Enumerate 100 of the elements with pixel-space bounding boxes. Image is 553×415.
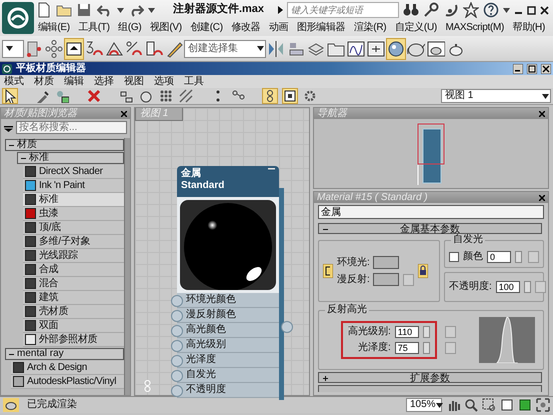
material-item[interactable]: 合成: [23, 263, 124, 277]
material-item[interactable]: 双面: [23, 319, 124, 333]
input-socket[interactable]: [171, 324, 183, 336]
number-field[interactable]: 0: [487, 251, 511, 263]
fit-view-icon[interactable]: [500, 398, 514, 412]
menu-item[interactable]: 材质: [34, 76, 54, 88]
caret-icon[interactable]: [542, 94, 549, 98]
hatch-button[interactable]: [178, 88, 194, 104]
collapse-icon[interactable]: [21, 156, 26, 160]
number-field[interactable]: 110: [394, 326, 419, 338]
input-socket[interactable]: [171, 354, 183, 366]
material-item[interactable]: 多维/子对象: [23, 235, 124, 249]
zoom-dropdown[interactable]: 105%: [406, 398, 442, 412]
search-field[interactable]: 键入关键字或短语: [287, 2, 400, 18]
material-item[interactable]: 虫漆: [23, 207, 124, 221]
cube-icon[interactable]: [518, 398, 532, 412]
node-slot[interactable]: 高光颜色: [177, 323, 279, 338]
zoom-region-icon[interactable]: [482, 398, 496, 412]
menu-item[interactable]: 渲染(R): [354, 22, 386, 34]
material-item[interactable]: 壳材质: [23, 305, 124, 319]
pointer-button[interactable]: [2, 88, 18, 104]
menu-item[interactable]: 帮助(H): [512, 22, 545, 34]
delete-button[interactable]: [86, 88, 102, 104]
caret-icon[interactable]: [6, 46, 13, 51]
node-header[interactable]: 金属 Standard: [177, 166, 279, 197]
menu-item[interactable]: 动画: [268, 22, 288, 34]
app-logo-icon[interactable]: [2, 64, 12, 74]
minimize-icon[interactable]: [513, 64, 523, 74]
material-item[interactable]: 顶/底: [23, 221, 124, 235]
menu-item[interactable]: 创建(C): [190, 22, 223, 34]
material-name-field[interactable]: 金属: [318, 205, 544, 219]
triangle-icon[interactable]: [278, 6, 284, 14]
search-field[interactable]: 按名称搜索...: [16, 121, 127, 134]
menu-item[interactable]: 图形编辑器: [296, 22, 346, 34]
node-slot[interactable]: 自发光: [177, 368, 279, 383]
material-item[interactable]: 标准: [23, 193, 124, 207]
menu-item[interactable]: 工具: [184, 76, 204, 88]
tree-group-header[interactable]: 材质: [5, 139, 124, 151]
node-slot[interactable]: 高光级别: [177, 338, 279, 353]
expand-icon[interactable]: [323, 376, 328, 381]
axis-button[interactable]: [44, 38, 64, 60]
material-item[interactable]: AutodeskPlastic/Vinyl: [11, 375, 124, 389]
spinner[interactable]: [524, 281, 531, 293]
checkbox[interactable]: [449, 252, 459, 262]
link-button[interactable]: [262, 88, 278, 104]
input-socket[interactable]: [171, 310, 183, 322]
number-field[interactable]: 100: [496, 281, 520, 293]
material-item[interactable]: 混合: [23, 277, 124, 291]
node-slot[interactable]: 环境光颜色: [177, 293, 279, 308]
material-editor-button[interactable]: [386, 38, 406, 60]
maximize-icon[interactable]: [527, 64, 537, 74]
close-icon[interactable]: [539, 110, 545, 116]
rollout-header[interactable]: 扩展参数: [318, 372, 542, 383]
material-item[interactable]: DirectX Shader: [23, 165, 124, 179]
gear-button[interactable]: [302, 88, 318, 104]
input-socket[interactable]: [171, 370, 183, 382]
rollout-header[interactable]: 金属基本参数: [318, 223, 542, 234]
put-to-scene-button[interactable]: [54, 88, 70, 104]
lock-bracket-icon[interactable]: [323, 264, 333, 278]
view-dropdown[interactable]: 视图 1: [441, 89, 551, 103]
number-field[interactable]: 75: [394, 342, 419, 354]
menu-item[interactable]: 选择: [94, 76, 114, 88]
menu-item[interactable]: 视图(V): [150, 22, 182, 34]
scrollbar[interactable]: [124, 138, 130, 395]
material-item[interactable]: Ink 'n Paint: [23, 179, 124, 193]
menu-item[interactable]: 组(G): [118, 22, 142, 34]
color-swatch[interactable]: [373, 273, 399, 286]
close-icon[interactable]: [540, 6, 550, 14]
zoom-icon[interactable]: [464, 398, 478, 412]
material-item[interactable]: Arch & Design: [11, 361, 124, 375]
close-icon[interactable]: [539, 194, 545, 200]
collapse-icon[interactable]: [268, 168, 275, 171]
maximize-view-icon[interactable]: [536, 398, 550, 412]
spinner[interactable]: [422, 326, 430, 338]
collapse-icon[interactable]: [9, 352, 14, 356]
spinner[interactable]: [422, 342, 430, 354]
teapot-icon[interactable]: [3, 398, 19, 412]
key-icon[interactable]: [423, 2, 440, 18]
menu-item[interactable]: 视图: [124, 76, 144, 88]
caret-icon[interactable]: [503, 8, 510, 12]
input-socket[interactable]: [171, 340, 183, 352]
close-icon[interactable]: [541, 64, 551, 74]
dropdown[interactable]: [2, 40, 24, 58]
input-socket[interactable]: [171, 384, 183, 396]
material-item[interactable]: 建筑: [23, 291, 124, 305]
rollout-header[interactable]: [318, 385, 542, 392]
input-socket[interactable]: [171, 294, 183, 306]
save-icon[interactable]: [76, 2, 92, 18]
app-logo-icon[interactable]: [2, 2, 34, 34]
upload-button[interactable]: [64, 38, 84, 60]
caret-icon[interactable]: [116, 8, 124, 12]
output-socket[interactable]: [281, 321, 293, 333]
maximize-icon[interactable]: [527, 6, 536, 14]
material-item[interactable]: 外部参照材质: [23, 333, 124, 347]
binoculars-icon[interactable]: [403, 2, 420, 18]
frame-button[interactable]: [282, 88, 298, 104]
selection-set-dropdown[interactable]: 创建选择集: [184, 40, 266, 58]
node-slot[interactable]: 不透明度: [177, 383, 279, 398]
lock-icon[interactable]: [418, 264, 428, 278]
node-slot[interactable]: 光泽度: [177, 353, 279, 368]
